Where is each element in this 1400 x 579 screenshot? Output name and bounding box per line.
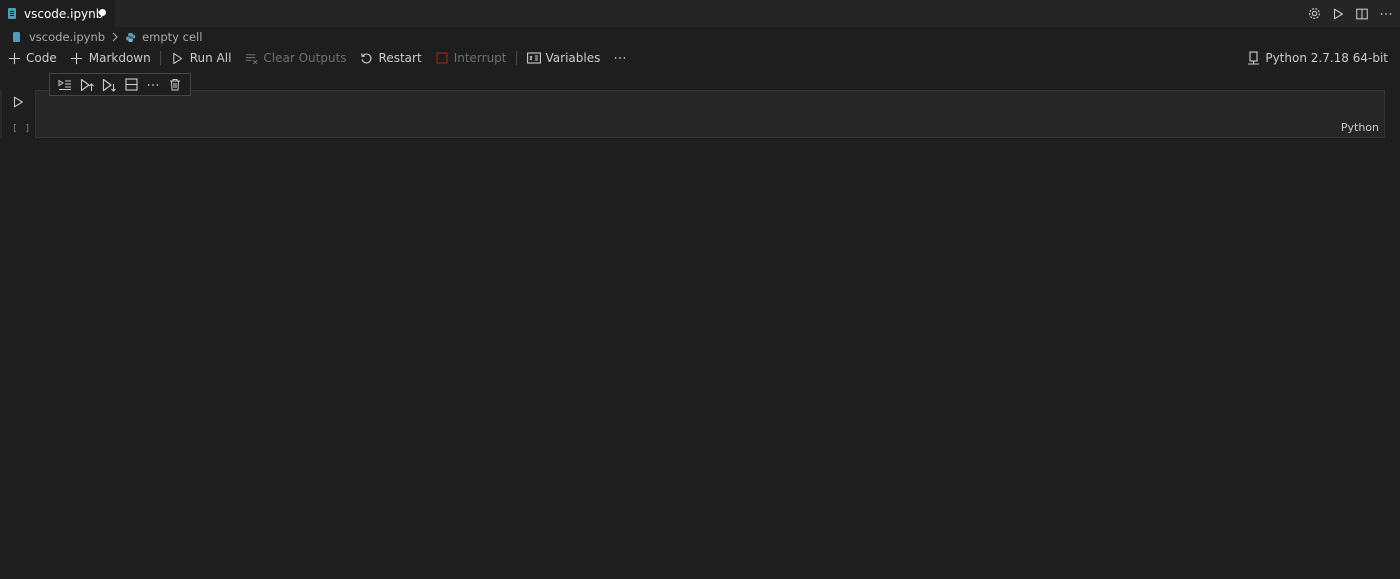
- delete-icon[interactable]: [167, 77, 183, 93]
- notebook-file-icon: [13, 32, 20, 42]
- python-icon: [125, 32, 136, 43]
- unsaved-dot-icon[interactable]: [99, 9, 106, 16]
- variables-icon: [526, 50, 542, 66]
- clear-outputs-label: Clear Outputs: [263, 51, 347, 65]
- toolbar-more-button[interactable]: [606, 47, 638, 69]
- run-above-icon[interactable]: [79, 77, 95, 93]
- toolbar-divider: [159, 51, 161, 65]
- interrupt-label: Interrupt: [453, 51, 507, 65]
- more-icon[interactable]: [1378, 6, 1394, 22]
- split-cell-icon[interactable]: [123, 77, 139, 93]
- add-code-label: Code: [26, 51, 57, 65]
- add-code-button[interactable]: Code: [0, 47, 63, 69]
- run-all-icon: [170, 50, 186, 66]
- execute-above-icon[interactable]: [57, 77, 73, 93]
- restart-icon: [359, 50, 375, 66]
- breadcrumb: vscode.ipynb empty cell: [0, 27, 1400, 47]
- cell-language-label[interactable]: Python: [1341, 121, 1379, 134]
- restart-label: Restart: [378, 51, 422, 65]
- clear-all-icon: [243, 50, 259, 66]
- plus-icon: [6, 50, 22, 66]
- restart-button[interactable]: Restart: [353, 47, 428, 69]
- cell-focus-indicator: [0, 90, 2, 139]
- execution-count: [ ]: [12, 124, 32, 134]
- run-cell-icon[interactable]: [10, 94, 26, 110]
- kernel-picker[interactable]: Python 2.7.18 64-bit: [1245, 47, 1388, 69]
- stop-icon: [434, 50, 450, 66]
- notebook-toolbar: Code Markdown Run All Clear Outputs Rest…: [0, 47, 1400, 69]
- plus-icon: [69, 50, 85, 66]
- chevron-right-icon: [111, 32, 119, 42]
- gear-icon[interactable]: [1306, 6, 1322, 22]
- code-cell-editor[interactable]: Python: [35, 90, 1385, 138]
- tab-label: vscode.ipynb: [24, 6, 104, 21]
- add-markdown-label: Markdown: [88, 51, 151, 65]
- cell-toolbar: [49, 73, 191, 96]
- server-environment-icon: [1245, 50, 1261, 66]
- add-markdown-button[interactable]: Markdown: [63, 47, 157, 69]
- breadcrumb-file[interactable]: vscode.ipynb: [29, 30, 105, 44]
- variables-label: Variables: [545, 51, 601, 65]
- variables-button[interactable]: Variables: [520, 47, 607, 69]
- run-icon[interactable]: [1330, 6, 1346, 22]
- interrupt-button[interactable]: Interrupt: [428, 47, 513, 69]
- editor-actions: [1306, 0, 1394, 27]
- kernel-label: Python 2.7.18 64-bit: [1265, 51, 1388, 65]
- run-all-button[interactable]: Run All: [164, 47, 238, 69]
- run-below-icon[interactable]: [101, 77, 117, 93]
- more-icon: [612, 50, 628, 66]
- notebook-file-icon: [8, 8, 16, 19]
- editor-tab[interactable]: vscode.ipynb: [0, 0, 115, 27]
- toolbar-divider: [515, 51, 517, 65]
- more-icon[interactable]: [145, 77, 161, 93]
- editor-tab-bar: vscode.ipynb: [0, 0, 1400, 27]
- run-all-label: Run All: [189, 51, 232, 65]
- breadcrumb-cell[interactable]: empty cell: [142, 30, 202, 44]
- split-editor-icon[interactable]: [1354, 6, 1370, 22]
- clear-outputs-button[interactable]: Clear Outputs: [237, 47, 352, 69]
